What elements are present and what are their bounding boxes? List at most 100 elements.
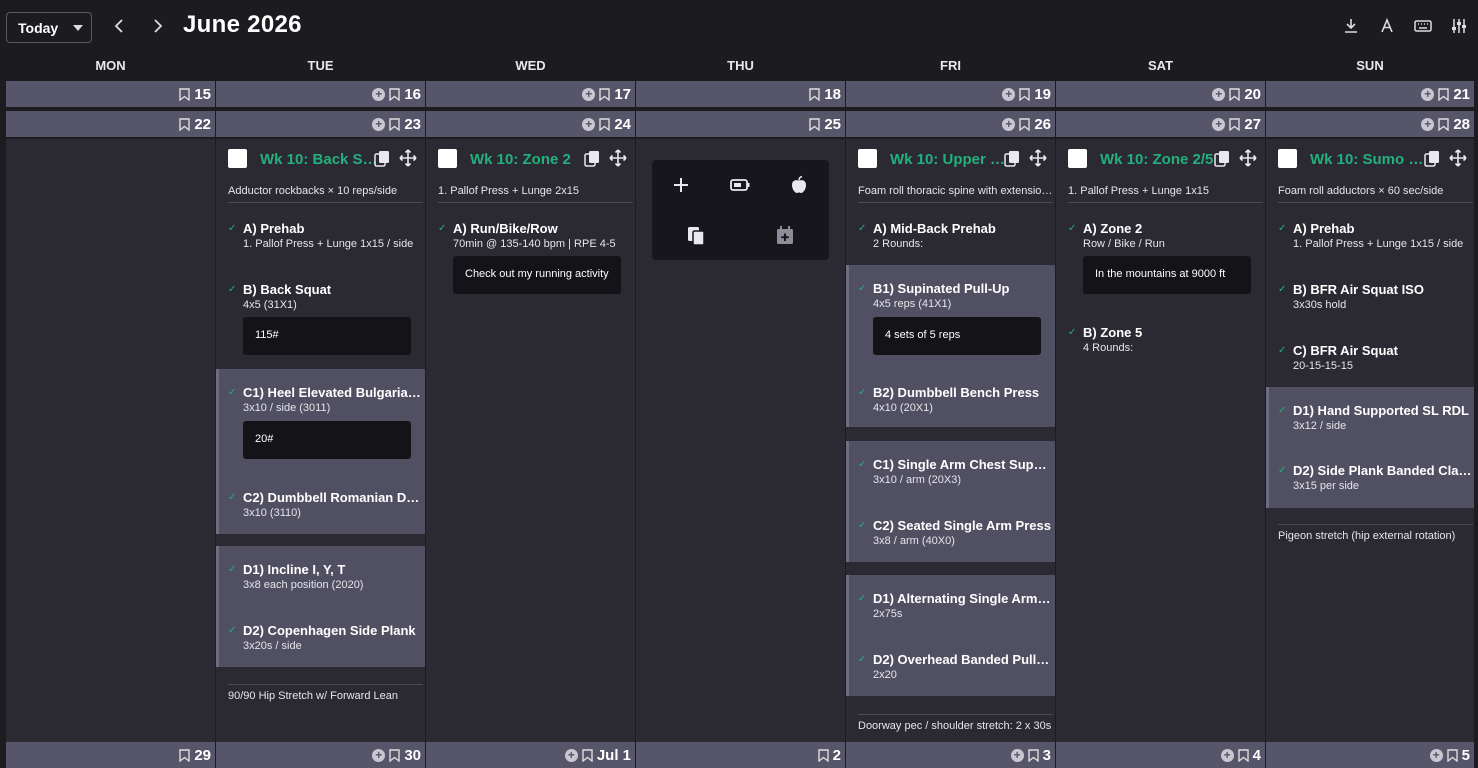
day-header[interactable]: + 19 xyxy=(846,81,1055,107)
font-icon[interactable] xyxy=(1378,17,1396,35)
add-icon[interactable]: + xyxy=(1002,117,1016,131)
battery-icon[interactable] xyxy=(729,174,751,196)
sliders-icon[interactable] xyxy=(1450,17,1468,35)
add-icon[interactable]: + xyxy=(1429,748,1443,762)
exercise[interactable]: ✓ A) Run/Bike/Row 70min @ 135-140 bpm | … xyxy=(438,221,634,255)
day-cell-mon[interactable] xyxy=(6,139,215,742)
exercise[interactable]: ✓ A) Mid-Back Prehab 2 Rounds: xyxy=(858,221,1054,255)
copy-icon[interactable] xyxy=(1423,149,1441,167)
add-icon[interactable]: + xyxy=(1212,117,1226,131)
workout-title[interactable]: Wk 10: Back Squat xyxy=(260,151,378,168)
day-header[interactable]: 25 xyxy=(636,111,845,137)
bookmark-icon[interactable] xyxy=(1229,87,1241,101)
day-header[interactable]: + 4 xyxy=(1056,742,1265,768)
day-header[interactable]: + 16 xyxy=(216,81,425,107)
bookmark-icon[interactable] xyxy=(809,87,821,101)
exercise[interactable]: ✓ D1) Alternating Single Arm Carry 2x75s xyxy=(858,591,1054,625)
move-icon[interactable] xyxy=(1239,149,1257,167)
exercise[interactable]: ✓ C2) Dumbbell Romanian Deadlift 3x10 (3… xyxy=(228,490,424,524)
day-header[interactable]: + Jul 1 xyxy=(426,742,635,768)
add-icon[interactable]: + xyxy=(582,87,596,101)
plus-icon[interactable] xyxy=(670,174,692,196)
exercise[interactable]: ✓ B) Zone 5 4 Rounds: xyxy=(1068,325,1264,359)
exercise[interactable]: ✓ B2) Dumbbell Bench Press 4x10 (20X1) xyxy=(858,385,1054,419)
day-header[interactable]: + 30 xyxy=(216,742,425,768)
exercise[interactable]: ✓ D1) Hand Supported SL RDL 3x12 / side xyxy=(1278,403,1474,437)
exercise[interactable]: ✓ A) Prehab 1. Pallof Press + Lunge 1x15… xyxy=(228,221,424,255)
day-header[interactable]: + 26 xyxy=(846,111,1055,137)
keyboard-icon[interactable] xyxy=(1413,17,1433,35)
day-header[interactable]: 18 xyxy=(636,81,845,107)
day-header[interactable]: 2 xyxy=(636,742,845,768)
move-icon[interactable] xyxy=(609,149,627,167)
add-icon[interactable]: + xyxy=(1212,87,1226,101)
bookmark-icon[interactable] xyxy=(389,87,401,101)
day-cell-fri[interactable]: Wk 10: Upper Body Foam roll thoracic spi… xyxy=(846,139,1055,742)
bookmark-icon[interactable] xyxy=(817,748,829,762)
workout-title[interactable]: Wk 10: Zone 2 xyxy=(470,151,595,168)
bookmark-icon[interactable] xyxy=(1019,87,1031,101)
add-icon[interactable]: + xyxy=(372,87,386,101)
move-icon[interactable] xyxy=(399,149,417,167)
day-cell-tue[interactable]: Wk 10: Back Squat Adductor rockbacks × 1… xyxy=(216,139,425,742)
day-header[interactable]: + 21 xyxy=(1266,81,1474,107)
bookmark-icon[interactable] xyxy=(1229,117,1241,131)
copy-icon[interactable] xyxy=(1213,149,1231,167)
bookmark-icon[interactable] xyxy=(1237,748,1249,762)
paste-icon[interactable] xyxy=(685,224,707,246)
download-icon[interactable] xyxy=(1342,17,1360,35)
day-cell-thu[interactable] xyxy=(636,139,845,742)
day-cell-sat[interactable]: Wk 10: Zone 2/5 1. Pallof Press + Lunge … xyxy=(1056,139,1265,742)
bookmark-icon[interactable] xyxy=(1438,87,1450,101)
exercise-result[interactable]: 20# xyxy=(243,421,411,459)
exercise-result[interactable]: Check out my running activity xyxy=(453,256,621,294)
bookmark-icon[interactable] xyxy=(389,117,401,131)
add-icon[interactable]: + xyxy=(1421,117,1435,131)
day-header[interactable]: + 28 xyxy=(1266,111,1474,137)
exercise-result[interactable]: 115# xyxy=(243,317,411,355)
copy-icon[interactable] xyxy=(583,149,601,167)
complete-checkbox[interactable] xyxy=(438,149,457,168)
bookmark-icon[interactable] xyxy=(1019,117,1031,131)
chevron-right-icon[interactable] xyxy=(147,16,167,36)
day-header[interactable]: + 20 xyxy=(1056,81,1265,107)
bookmark-icon[interactable] xyxy=(1446,748,1458,762)
workout-title[interactable]: Wk 10: Upper Body xyxy=(890,151,1008,168)
exercise[interactable]: ✓ C) BFR Air Squat 20-15-15-15 xyxy=(1278,343,1474,377)
day-header[interactable]: + 17 xyxy=(426,81,635,107)
add-icon[interactable]: + xyxy=(372,117,386,131)
add-icon[interactable]: + xyxy=(582,117,596,131)
bookmark-icon[interactable] xyxy=(1027,748,1039,762)
exercise[interactable]: ✓ A) Zone 2 Row / Bike / Run xyxy=(1068,221,1264,255)
chevron-left-icon[interactable] xyxy=(110,16,130,36)
day-cell-wed[interactable]: Wk 10: Zone 2 1. Pallof Press + Lunge 2x… xyxy=(426,139,635,742)
copy-icon[interactable] xyxy=(373,149,391,167)
exercise[interactable]: ✓ B) Back Squat 4x5 (31X1) xyxy=(228,282,424,316)
bookmark-icon[interactable] xyxy=(599,87,611,101)
day-header[interactable]: 15 xyxy=(6,81,215,107)
add-icon[interactable]: + xyxy=(1010,748,1024,762)
bookmark-icon[interactable] xyxy=(809,117,821,131)
bookmark-icon[interactable] xyxy=(1438,117,1450,131)
add-icon[interactable]: + xyxy=(1002,87,1016,101)
complete-checkbox[interactable] xyxy=(1278,149,1297,168)
bookmark-icon[interactable] xyxy=(179,117,191,131)
complete-checkbox[interactable] xyxy=(228,149,247,168)
add-icon[interactable]: + xyxy=(1220,748,1234,762)
day-header[interactable]: + 23 xyxy=(216,111,425,137)
complete-checkbox[interactable] xyxy=(1068,149,1087,168)
exercise-result[interactable]: In the mountains at 9000 ft xyxy=(1083,256,1251,294)
bookmark-icon[interactable] xyxy=(582,748,593,762)
day-header[interactable]: + 3 xyxy=(846,742,1055,768)
workout-title[interactable]: Wk 10: Zone 2/5 xyxy=(1100,151,1218,168)
exercise[interactable]: ✓ D2) Side Plank Banded Clamshell 3x15 p… xyxy=(1278,463,1474,497)
exercise[interactable]: ✓ D2) Copenhagen Side Plank 3x20s / side xyxy=(228,623,424,657)
day-header[interactable]: + 5 xyxy=(1266,742,1474,768)
day-cell-sun[interactable]: Wk 10: Sumo Deadlift Foam roll adductors… xyxy=(1266,139,1474,742)
move-icon[interactable] xyxy=(1449,149,1467,167)
exercise[interactable]: ✓ D2) Overhead Banded Pull-Apart 2x20 xyxy=(858,652,1054,686)
day-header[interactable]: 22 xyxy=(6,111,215,137)
exercise[interactable]: ✓ A) Prehab 1. Pallof Press + Lunge 1x15… xyxy=(1278,221,1474,255)
day-header[interactable]: 29 xyxy=(6,742,215,768)
bookmark-icon[interactable] xyxy=(599,117,611,131)
